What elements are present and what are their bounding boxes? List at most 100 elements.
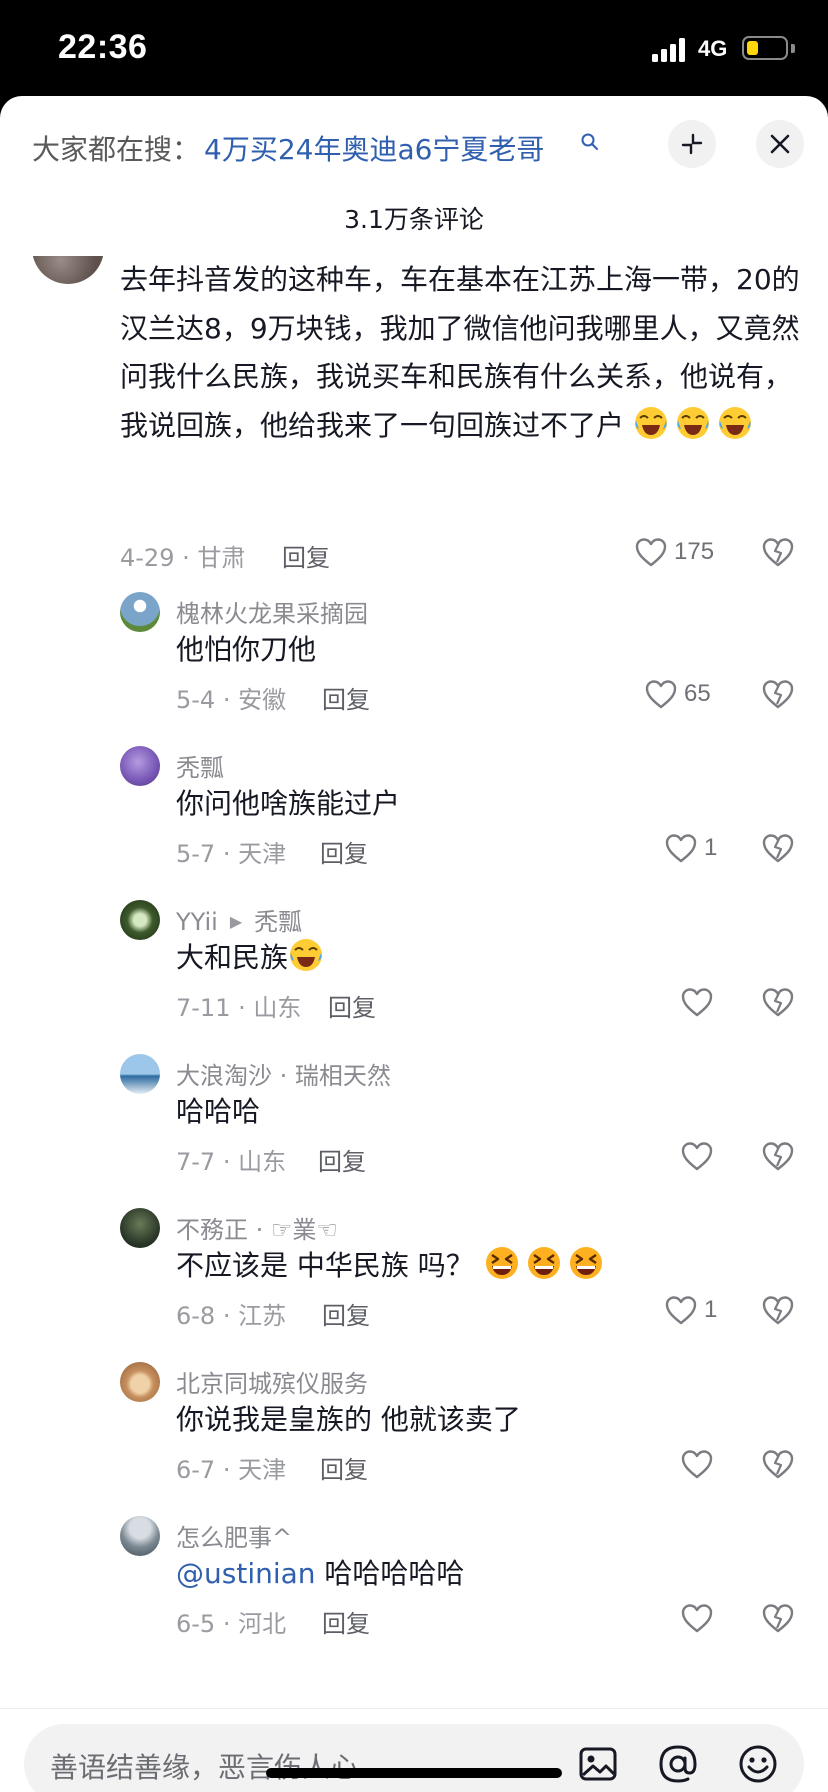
comment-text: 他怕你刀他 — [176, 633, 317, 666]
avatar[interactable] — [120, 592, 160, 632]
comment-meta: 6-8 · 江苏 — [176, 1302, 287, 1330]
username[interactable]: 槐林火龙果采摘园 — [176, 594, 368, 629]
signal-icon — [652, 38, 685, 62]
avatar[interactable] — [120, 1054, 160, 1094]
dislike-icon[interactable] — [760, 984, 796, 1020]
avatar[interactable] — [120, 1362, 160, 1402]
username[interactable]: 北京同城殡仪服务 — [176, 1364, 368, 1399]
like-button[interactable] — [680, 1138, 720, 1174]
heart-icon — [681, 1450, 713, 1479]
heart-icon — [645, 680, 677, 709]
battery-icon — [742, 36, 788, 60]
close-button[interactable] — [756, 120, 804, 168]
heart-icon — [681, 988, 713, 1017]
reply-button[interactable]: 回复 — [318, 1142, 366, 1177]
expand-icon — [681, 133, 703, 155]
dislike-icon[interactable] — [760, 1446, 796, 1482]
status-time: 22:36 — [58, 28, 148, 66]
username[interactable]: 不務正 · ☞業☜ — [176, 1210, 338, 1245]
avatar[interactable] — [120, 1516, 160, 1556]
heart-icon — [635, 538, 667, 567]
emoji-icon[interactable] — [736, 1742, 780, 1786]
battery-tip — [791, 44, 795, 53]
comment-text: 你说我是皇族的 他就该卖了 — [176, 1403, 521, 1436]
comment-text-body: 不应该是 中华民族 吗？ — [176, 1249, 474, 1282]
reply-to-arrow-icon: ▶ — [229, 912, 243, 931]
comment-meta: 7-11 · 山东 — [176, 994, 302, 1022]
grin-squint-icon — [569, 1247, 602, 1279]
like-button[interactable]: 65 — [644, 676, 711, 712]
comment-text: 大和民族 — [176, 934, 330, 982]
heart-icon — [681, 1604, 713, 1633]
dislike-icon[interactable] — [760, 534, 796, 570]
reply-button[interactable]: 回复 — [322, 1296, 370, 1331]
username[interactable]: 秃瓢 — [176, 748, 224, 783]
expand-button[interactable] — [668, 120, 716, 168]
close-icon — [770, 134, 790, 154]
comment-text: 哈哈哈 — [176, 1095, 261, 1128]
mention-link[interactable]: @ustinian — [176, 1557, 316, 1590]
reply-author: YYii — [176, 908, 218, 936]
laugh-cry-icon — [676, 406, 709, 439]
at-icon[interactable] — [656, 1742, 700, 1786]
dislike-icon[interactable] — [760, 830, 796, 866]
dislike-icon[interactable] — [760, 1292, 796, 1328]
comment-meta: 6-7 · 天津 — [176, 1456, 287, 1484]
heart-icon — [681, 1142, 713, 1171]
reply-button[interactable]: 回复 — [322, 680, 370, 715]
laugh-cry-icon — [634, 406, 667, 439]
laugh-cry-emoji-group — [624, 406, 759, 442]
grin-squint-icon — [527, 1247, 560, 1279]
comment-input-placeholder[interactable]: 善语结善缘，恶言伤人心 — [50, 1746, 358, 1786]
like-count: 175 — [674, 538, 715, 565]
reply-button[interactable]: 回复 — [320, 1450, 368, 1485]
network-type: 4G — [698, 36, 728, 61]
dislike-icon[interactable] — [760, 676, 796, 712]
heart-icon — [665, 834, 697, 863]
comment-meta: 4-29 · 甘肃 — [120, 544, 246, 572]
username[interactable]: 大浪淘沙 · 瑞相天然 — [176, 1056, 391, 1091]
comment-text: 去年抖音发的这种车，车在基本在江苏上海一带，20的汉兰达8，9万块钱，我加了微信… — [120, 256, 800, 450]
comment-text: 不应该是 中华民族 吗？ — [176, 1242, 610, 1290]
avatar[interactable] — [120, 900, 160, 940]
like-button[interactable]: 175 — [634, 534, 714, 570]
image-icon[interactable] — [576, 1742, 620, 1786]
reply-button[interactable]: 回复 — [320, 834, 368, 869]
laugh-cry-icon — [290, 939, 323, 971]
comment-text: 你问他啥族能过户 — [176, 787, 401, 820]
trending-search-link[interactable]: 4万买24年奥迪a6宁夏老哥 — [204, 128, 544, 168]
status-bar: 22:36 4G — [0, 0, 828, 96]
comment-text: @ustinian 哈哈哈哈哈 — [176, 1550, 464, 1598]
comment-text-body: 哈哈哈哈哈 — [315, 1557, 465, 1590]
search-icon[interactable] — [580, 132, 600, 152]
like-button[interactable]: 1 — [664, 1292, 717, 1328]
like-button[interactable] — [680, 984, 720, 1020]
reply-button[interactable]: 回复 — [282, 538, 330, 573]
comment-meta: 6-5 · 河北 — [176, 1610, 287, 1638]
laugh-cry-icon — [718, 406, 751, 439]
comment-text-body: 大和民族 — [176, 941, 289, 974]
heart-icon — [665, 1296, 697, 1325]
like-count: 65 — [684, 680, 711, 707]
comment-meta: 5-4 · 安徽 — [176, 686, 287, 714]
home-indicator[interactable] — [266, 1768, 562, 1778]
comment-input-bar[interactable]: 善语结善缘，恶言伤人心 — [24, 1724, 804, 1792]
trending-search-row: 大家都在搜： 4万买24年奥迪a6宁夏老哥 — [0, 96, 828, 196]
like-button[interactable]: 1 — [664, 830, 717, 866]
dislike-icon[interactable] — [760, 1600, 796, 1636]
comment-count-title: 3.1万条评论 — [344, 205, 484, 234]
reply-button[interactable]: 回复 — [328, 988, 376, 1023]
like-button[interactable] — [680, 1600, 720, 1636]
username[interactable]: YYii ▶ 秃瓢 — [176, 902, 302, 937]
username[interactable]: 怎么肥事^ — [176, 1518, 292, 1553]
avatar[interactable] — [32, 256, 104, 284]
avatar[interactable] — [120, 1208, 160, 1248]
like-button[interactable] — [680, 1446, 720, 1482]
reply-target: 秃瓢 — [254, 908, 303, 936]
battery-level — [747, 41, 758, 55]
comment-list[interactable]: 去年抖音发的这种车，车在基本在江苏上海一带，20的汉兰达8，9万块钱，我加了微信… — [0, 256, 828, 1708]
avatar[interactable] — [120, 746, 160, 786]
like-count: 1 — [704, 834, 718, 861]
reply-button[interactable]: 回复 — [322, 1604, 370, 1639]
dislike-icon[interactable] — [760, 1138, 796, 1174]
